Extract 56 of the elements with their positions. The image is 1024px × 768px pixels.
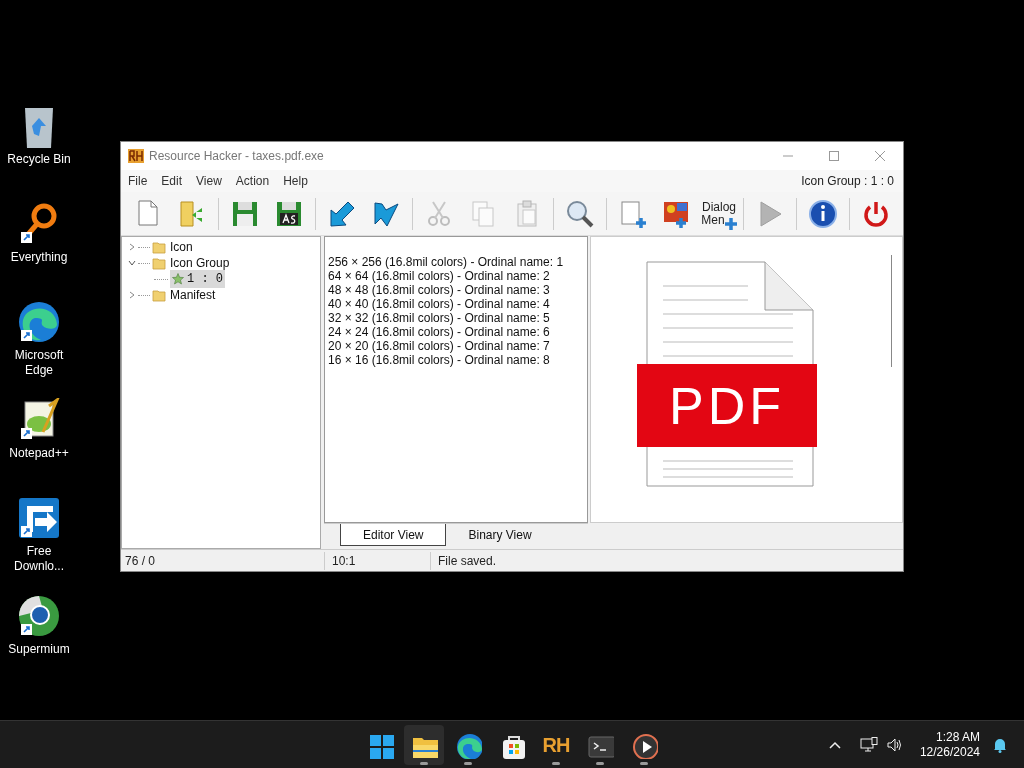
- edge-icon[interactable]: [17, 300, 61, 344]
- taskbar-button[interactable]: [404, 725, 444, 765]
- expand-chevron-icon[interactable]: [128, 243, 136, 251]
- view-tab[interactable]: Binary View: [446, 524, 554, 546]
- desktop-icon-label[interactable]: Supermium: [1, 642, 77, 657]
- scrollbar-thumb[interactable]: [891, 255, 892, 367]
- desktop-icon-label[interactable]: Microsoft Edge: [1, 348, 77, 378]
- notification-bell-icon[interactable]: [992, 737, 1008, 753]
- network-icon[interactable]: [859, 737, 878, 753]
- browser-globe-icon[interactable]: [17, 594, 61, 638]
- plus-icon: [725, 217, 737, 230]
- editor-line: 20 × 20 (16.8mil colors) - Ordinal name: 7: [328, 339, 551, 353]
- tree-item[interactable]: 1 : 0: [170, 270, 225, 288]
- maximize-icon[interactable]: [828, 150, 840, 162]
- star-icon: [172, 273, 184, 285]
- editor-line: 24 × 24 (16.8mil colors) - Ordinal name: 6: [328, 325, 551, 339]
- close-icon[interactable]: [874, 150, 886, 162]
- open-folder-icon: [152, 256, 166, 270]
- info-icon[interactable]: [807, 197, 839, 230]
- editor-line: 48 × 48 (16.8mil colors) - Ordinal name: 3: [328, 283, 551, 297]
- folder-icon: [152, 240, 166, 254]
- resource-path: Icon Group : 1 : 0: [801, 173, 894, 190]
- status-text: 10:1: [325, 551, 431, 570]
- menu-item[interactable]: View: [196, 172, 222, 190]
- menu-item[interactable]: Help: [283, 172, 308, 190]
- editor-line: 256 × 256 (16.8mil colors) - Ordinal name: 1: [328, 255, 565, 269]
- menu-item[interactable]: Action: [235, 172, 270, 190]
- volume-icon[interactable]: [885, 737, 902, 753]
- view-tab[interactable]: Editor View: [340, 524, 447, 546]
- window-title: Resource Hacker - taxes.pdf.exe: [149, 148, 325, 165]
- tree-item[interactable]: Icon Group: [170, 254, 230, 272]
- menu-item[interactable]: Edit: [161, 172, 183, 190]
- tree-item[interactable]: Icon: [170, 238, 193, 256]
- collapse-chevron-icon[interactable]: [128, 259, 136, 267]
- desktop-icon-label[interactable]: Notepad++: [1, 446, 77, 461]
- editor-line: 16 × 16 (16.8mil colors) - Ordinal name: 8: [328, 353, 551, 367]
- taskbar-button[interactable]: RH: [536, 725, 576, 765]
- tree-item[interactable]: Manifest: [170, 286, 216, 304]
- status-text: 76 / 0: [121, 551, 325, 570]
- editor-line: 32 × 32 (16.8mil colors) - Ordinal name: 5: [328, 311, 551, 325]
- folder-icon: [152, 288, 166, 302]
- desktop-icon-label[interactable]: Recycle Bin: [1, 152, 77, 167]
- desktop-icon-label[interactable]: Free Downlo...: [1, 544, 77, 574]
- chevron-up-icon[interactable]: [827, 740, 842, 750]
- edge-icon: [454, 731, 482, 759]
- dialog-menu-button[interactable]: Dialog Men: [699, 195, 739, 232]
- app-logo-icon: [128, 149, 144, 163]
- pdf-banner: PDF: [637, 364, 817, 447]
- clock-button[interactable]: 1:28 AM 12/26/2024: [919, 730, 980, 760]
- desktop-icon-label[interactable]: Everything: [1, 250, 77, 265]
- status-text: File saved.: [437, 552, 497, 570]
- download-app-icon[interactable]: [17, 496, 61, 540]
- expand-chevron-icon[interactable]: [128, 291, 136, 299]
- menu-item[interactable]: File: [128, 172, 148, 190]
- editor-line: 40 × 40 (16.8mil colors) - Ordinal name: 4: [328, 297, 551, 311]
- editor-line: 64 × 64 (16.8mil colors) - Ordinal name: 2: [328, 269, 551, 283]
